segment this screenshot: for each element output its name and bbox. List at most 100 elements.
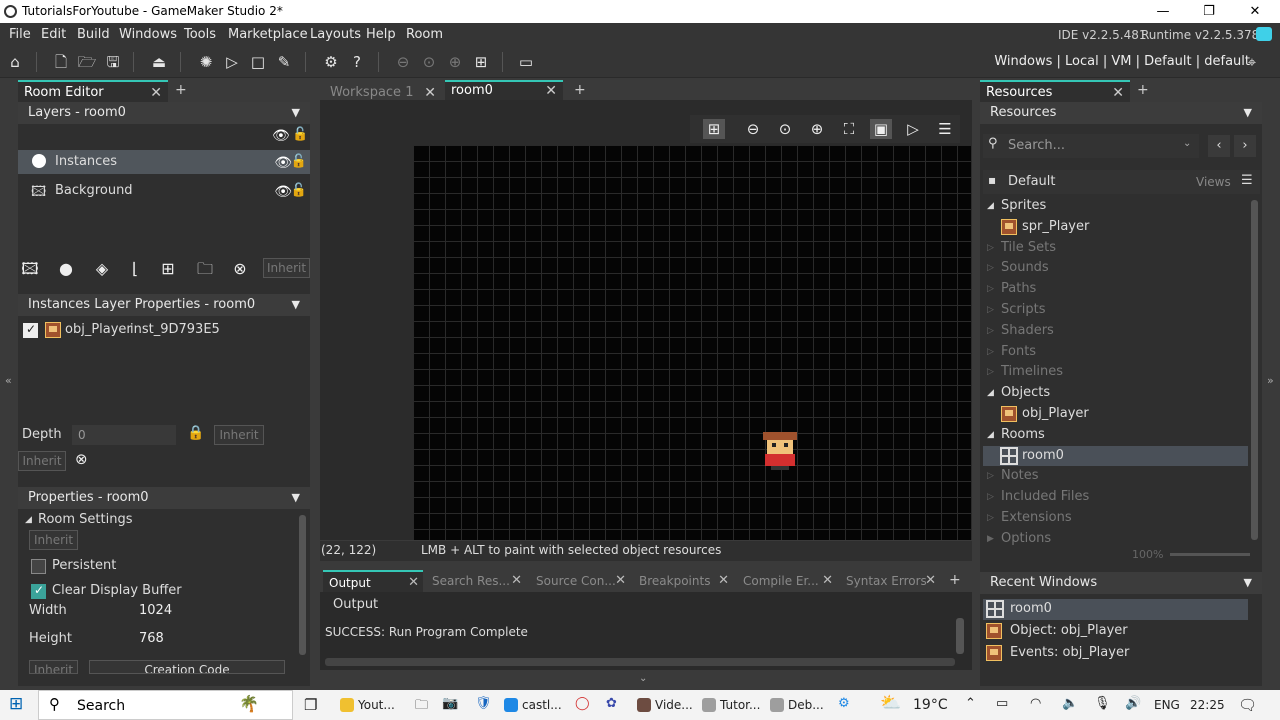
collapsed-arrow-icon[interactable]: ▷ <box>987 508 994 528</box>
resources-scrollbar[interactable] <box>1251 200 1258 540</box>
close-icon[interactable]: ✕ <box>511 570 522 592</box>
delete-layer-icon[interactable]: ⊗ <box>229 258 251 280</box>
close-icon[interactable]: ✕ <box>545 82 557 100</box>
tab-room0[interactable]: room0 ✕ <box>445 80 563 100</box>
instance-id[interactable]: inst_9D793E5 <box>130 322 220 337</box>
maximize-button[interactable]: ❐ <box>1186 0 1232 23</box>
close-icon[interactable]: ✕ <box>615 570 626 592</box>
resource-item[interactable]: spr_Player <box>983 217 1248 237</box>
add-tile-layer-icon[interactable]: ◈ <box>91 258 113 280</box>
notifications-icon[interactable]: 🗨 <box>1238 696 1257 714</box>
add-path-layer-icon[interactable]: ⌊ <box>124 258 146 280</box>
menu-build[interactable]: Build <box>77 27 110 42</box>
close-icon[interactable]: ✕ <box>150 82 162 104</box>
taskbar-search[interactable]: ⚲ Search 🌴 <box>38 690 293 720</box>
layer-instances[interactable]: Instances 👁 🔓 <box>18 150 310 174</box>
tab-search-results[interactable]: Search Res... ✕ <box>426 570 526 592</box>
chevron-down-icon[interactable]: ▼ <box>1244 572 1252 594</box>
collapsed-arrow-icon[interactable]: ▶ <box>987 529 994 549</box>
chevron-down-icon[interactable]: ⌄ <box>1183 138 1191 149</box>
resources-header[interactable]: Resources ▼ <box>980 102 1262 124</box>
zoom-out-icon[interactable]: ⊖ <box>742 119 764 139</box>
zoom-in-icon[interactable]: ⊕ <box>445 52 465 72</box>
collapsed-arrow-icon[interactable]: ▷ <box>987 487 994 507</box>
tab-syntax-errors[interactable]: Syntax Errors ✕ <box>840 570 940 592</box>
eye-icon[interactable]: 👁 <box>274 180 292 204</box>
volume-icon[interactable]: 🔈 <box>1062 696 1078 711</box>
close-window-button[interactable]: ✕ <box>1232 0 1278 23</box>
add-folder-icon[interactable]: 🗀 <box>194 258 216 280</box>
close-icon[interactable]: ✕ <box>408 572 419 594</box>
lock-icon[interactable]: 🔓 <box>292 127 308 142</box>
instance-visible-checkbox[interactable] <box>23 322 38 338</box>
resource-group[interactable]: ▷ Shaders <box>983 321 1248 341</box>
menu-help[interactable]: Help <box>366 27 396 42</box>
menu-edit[interactable]: Edit <box>41 27 66 42</box>
properties-scrollbar[interactable] <box>299 515 306 655</box>
resource-group[interactable]: ▷ Sounds <box>983 258 1248 278</box>
recent-windows-header[interactable]: Recent Windows ▼ <box>980 572 1262 594</box>
tab-compile-errors[interactable]: Compile Er... ✕ <box>737 570 837 592</box>
expanded-arrow-icon[interactable]: ◢ <box>987 196 994 216</box>
center-view-icon[interactable]: ▣ <box>870 119 892 139</box>
room-settings-toggle-icon[interactable]: ◢ <box>25 515 32 525</box>
persistent-checkbox[interactable] <box>31 559 46 574</box>
lock-icon[interactable]: 🔒 <box>187 425 204 441</box>
add-background-layer-icon[interactable]: 🖾 <box>19 258 41 280</box>
stop-icon[interactable]: □ <box>248 52 268 72</box>
views-label[interactable]: Views <box>1196 175 1231 189</box>
task-view-icon[interactable]: ❐ <box>304 696 317 714</box>
menu-windows[interactable]: Windows <box>119 27 177 42</box>
help-icon[interactable]: ? <box>347 52 367 72</box>
open-project-icon[interactable]: 🗁 <box>77 52 97 72</box>
debug-icon[interactable]: ✺ <box>196 52 216 72</box>
resource-group[interactable]: ▷ Included Files <box>983 487 1248 507</box>
fit-view-icon[interactable]: ⛶ <box>838 119 860 139</box>
monitor-icon[interactable]: ▭ <box>516 52 536 72</box>
inherit-depth-button[interactable]: Inherit <box>214 425 264 445</box>
collapsed-arrow-icon[interactable]: ▷ <box>987 238 994 258</box>
resource-group[interactable]: ▷ Tile Sets <box>983 238 1248 258</box>
taskbar-app[interactable]: Yout... <box>338 693 395 718</box>
tab-source-control[interactable]: Source Con... ✕ <box>530 570 630 592</box>
grid-toggle-icon[interactable]: ⊞ <box>703 119 725 139</box>
target-selector[interactable]: Windows | Local | VM | Default | default <box>994 54 1250 69</box>
opera-icon[interactable]: ◯ <box>575 696 590 711</box>
zoom-out-icon[interactable]: ⊖ <box>393 52 413 72</box>
zoom-in-icon[interactable]: ⊕ <box>806 119 828 139</box>
taskbar-app[interactable]: castl... <box>502 693 562 718</box>
recent-room0[interactable]: room0 <box>983 599 1248 620</box>
resource-item[interactable]: room0 <box>983 446 1248 466</box>
collapsed-arrow-icon[interactable]: ▷ <box>987 342 994 362</box>
inherit-creation-button[interactable]: Inherit <box>29 660 78 674</box>
collapsed-arrow-icon[interactable]: ▷ <box>987 300 994 320</box>
taskbar-app[interactable]: Deb... <box>768 693 824 718</box>
resource-group[interactable]: ▷ Fonts <box>983 342 1248 362</box>
menu-tools[interactable]: Tools <box>184 27 216 42</box>
layer-background[interactable]: 🖾 Background 👁 🔓 <box>18 179 310 203</box>
layout-icon[interactable]: ⊞ <box>471 52 491 72</box>
resource-group[interactable]: ▷ Scripts <box>983 300 1248 320</box>
layers-icon[interactable]: ☰ <box>934 119 956 139</box>
add-tab-icon[interactable]: + <box>175 82 187 98</box>
network-icon[interactable]: ▭ <box>996 696 1008 711</box>
preferences-gear-icon[interactable]: ⚙ <box>321 52 341 72</box>
height-field[interactable]: 768 <box>139 631 164 646</box>
speaker-icon[interactable]: 🔊 <box>1125 696 1141 711</box>
hamburger-menu-icon[interactable]: ☰ <box>1241 173 1253 188</box>
tab-breakpoints[interactable]: Breakpoints ✕ <box>633 570 733 592</box>
collapsed-arrow-icon[interactable]: ▷ <box>987 279 994 299</box>
lock-icon[interactable]: 🔓 <box>291 179 307 203</box>
resource-group[interactable]: ▶ Options <box>983 529 1248 549</box>
room-grid[interactable] <box>413 145 971 540</box>
clean-icon[interactable]: ✎ <box>274 52 294 72</box>
close-icon[interactable]: ✕ <box>925 570 936 592</box>
resource-group[interactable]: ▷ Timelines <box>983 362 1248 382</box>
new-project-icon[interactable]: 🗋 <box>51 52 71 72</box>
instances-layer-header[interactable]: Instances Layer Properties - room0 ▼ <box>18 294 310 316</box>
properties-header[interactable]: Properties - room0 ▼ <box>18 487 310 509</box>
zoom-reset-icon[interactable]: ⊙ <box>419 52 439 72</box>
weather-temp[interactable]: 19°C <box>913 697 948 713</box>
shield-icon[interactable]: 🛡 <box>475 696 492 711</box>
resource-group[interactable]: ▷ Notes <box>983 466 1248 486</box>
